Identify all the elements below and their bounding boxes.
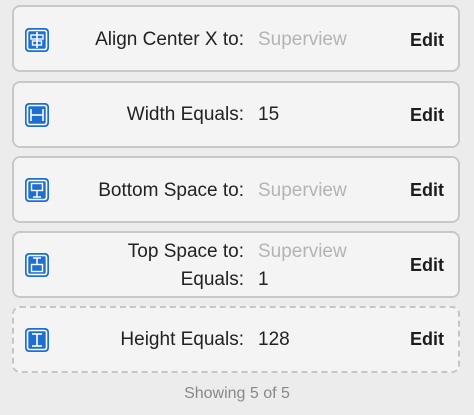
constraint-constant-value[interactable]: 1 bbox=[258, 269, 269, 291]
constraint-value[interactable]: 128 bbox=[258, 329, 290, 351]
constraint-row-width[interactable]: Width Equals: 15 Edit bbox=[12, 81, 460, 148]
constraint-row-bottom-space[interactable]: Bottom Space to: Superview Edit bbox=[12, 156, 460, 223]
width-icon bbox=[24, 102, 50, 128]
constraint-label: Width Equals: bbox=[126, 104, 244, 125]
top-space-icon bbox=[24, 252, 50, 278]
edit-button[interactable]: Edit bbox=[410, 255, 444, 276]
constraint-label: Bottom Space to: bbox=[98, 180, 244, 201]
constraint-value[interactable]: Superview bbox=[258, 29, 347, 51]
edit-button[interactable]: Edit bbox=[410, 105, 444, 126]
constraint-equals-label: Equals: bbox=[180, 269, 244, 290]
align-center-x-icon bbox=[24, 27, 50, 53]
edit-button[interactable]: Edit bbox=[410, 329, 444, 350]
bottom-space-icon bbox=[24, 177, 50, 203]
constraint-row-align-center-x[interactable]: Align Center X to: Superview Edit bbox=[12, 5, 460, 72]
constraint-label: Top Space to: bbox=[127, 241, 244, 262]
constraint-value[interactable]: 15 bbox=[258, 104, 279, 126]
constraint-label: Height Equals: bbox=[120, 329, 244, 350]
constraint-row-height[interactable]: Height Equals: 128 Edit bbox=[12, 306, 460, 373]
constraint-row-top-space[interactable]: Top Space to: Superview Equals: 1 Edit bbox=[12, 231, 460, 298]
constraint-label: Align Center X to: bbox=[95, 29, 244, 50]
height-icon bbox=[24, 327, 50, 353]
edit-button[interactable]: Edit bbox=[410, 180, 444, 201]
edit-button[interactable]: Edit bbox=[410, 30, 444, 51]
constraint-value[interactable]: Superview bbox=[258, 241, 347, 263]
showing-count-label: Showing 5 of 5 bbox=[184, 385, 290, 402]
constraint-value[interactable]: Superview bbox=[258, 180, 347, 202]
